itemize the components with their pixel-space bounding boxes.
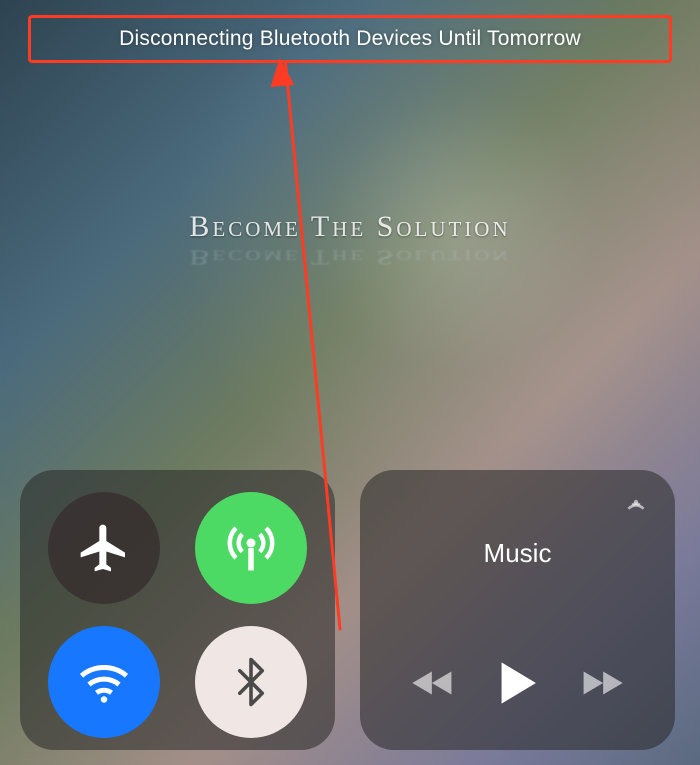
watermark-reflection: Become The Solution xyxy=(0,245,700,269)
forward-button[interactable] xyxy=(579,665,625,701)
cellular-antenna-icon xyxy=(221,518,281,578)
bluetooth-toggle[interactable] xyxy=(195,626,307,738)
bluetooth-icon xyxy=(224,655,278,709)
airplay-icon[interactable] xyxy=(621,490,651,520)
wifi-toggle[interactable] xyxy=(48,626,160,738)
play-button[interactable] xyxy=(496,659,538,707)
airplane-mode-toggle[interactable] xyxy=(48,492,160,604)
airplane-icon xyxy=(76,520,132,576)
cellular-data-toggle[interactable] xyxy=(195,492,307,604)
annotation-arrow-head xyxy=(268,57,295,87)
connectivity-panel[interactable] xyxy=(20,470,335,750)
music-title: Music xyxy=(360,538,675,569)
music-panel[interactable]: Music xyxy=(360,470,675,750)
status-banner-text: Disconnecting Bluetooth Devices Until To… xyxy=(119,27,581,51)
rewind-button[interactable] xyxy=(410,665,456,701)
wifi-icon xyxy=(74,652,134,712)
watermark-text: Become The Solution xyxy=(0,210,700,244)
status-highlight-box: Disconnecting Bluetooth Devices Until To… xyxy=(28,15,672,63)
